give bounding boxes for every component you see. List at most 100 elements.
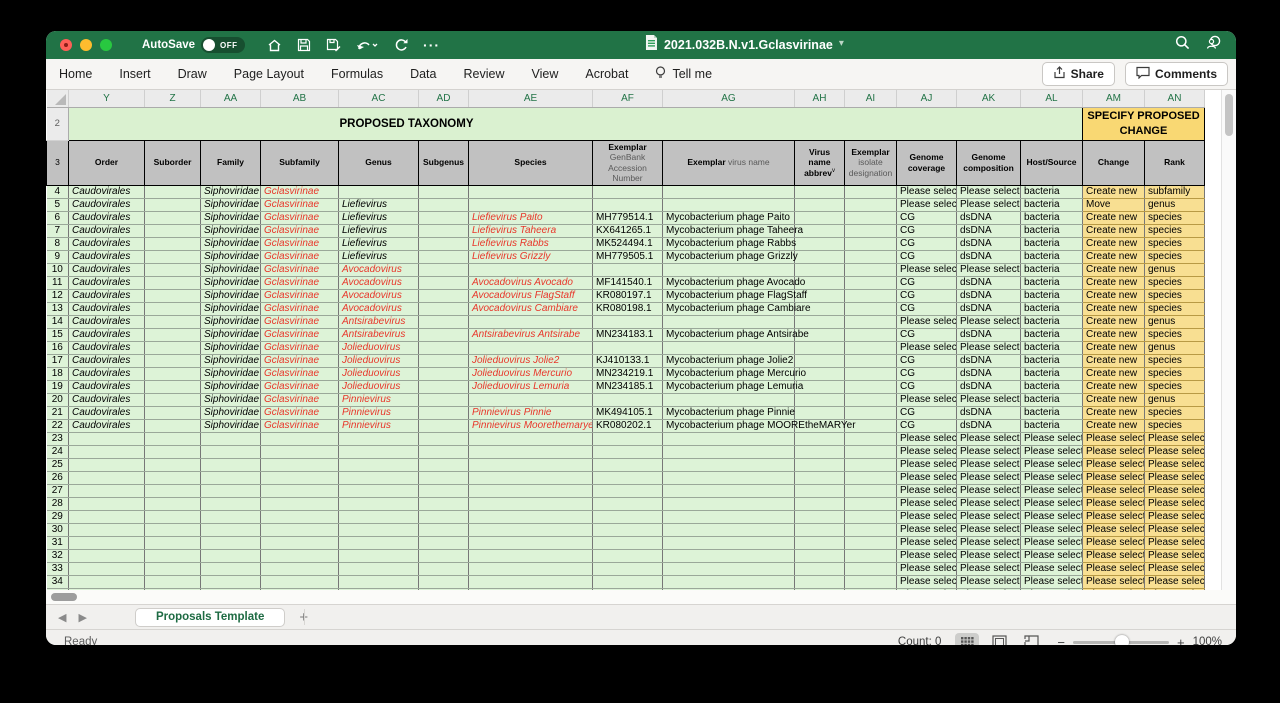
cell-host-source[interactable]: bacteria (1021, 303, 1083, 316)
cell-family[interactable] (201, 433, 261, 446)
cell-exemplar-virus-name[interactable] (663, 550, 795, 563)
cell-genome-composition[interactable]: dsDNA (957, 368, 1021, 381)
cell-change[interactable]: Create new (1083, 264, 1145, 277)
cell-virus-name-abbrev[interactable] (795, 251, 845, 264)
cell-accession[interactable] (593, 524, 663, 537)
cell-accession[interactable] (593, 576, 663, 589)
cell-virus-name-abbrev[interactable] (795, 446, 845, 459)
cell-subfamily[interactable]: Gclasvirinae (261, 329, 339, 342)
cell-species[interactable]: Jolieduovirus Lemuria (469, 381, 593, 394)
cell-subgenus[interactable] (419, 186, 469, 199)
cell-family[interactable]: Siphoviridae (201, 290, 261, 303)
cell-change[interactable]: Create new (1083, 212, 1145, 225)
cell-virus-name-abbrev[interactable] (795, 199, 845, 212)
cell-genome-coverage[interactable]: CG (897, 238, 957, 251)
cell-species[interactable] (469, 186, 593, 199)
cell-genus[interactable] (339, 472, 419, 485)
cell-exemplar-virus-name[interactable]: Mycobacterium phage Avocado (663, 277, 795, 290)
cell-virus-name-abbrev[interactable] (795, 186, 845, 199)
cell-genome-composition[interactable]: Please select (957, 550, 1021, 563)
cell-genus[interactable]: Avocadovirus (339, 290, 419, 303)
row-header[interactable]: 25 (47, 459, 69, 472)
cell-rank[interactable]: genus (1145, 199, 1205, 212)
cell-accession[interactable]: MF141540.1 (593, 277, 663, 290)
cell-rank[interactable]: species (1145, 355, 1205, 368)
cell-rank[interactable]: Please select (1145, 485, 1205, 498)
row-header[interactable]: 32 (47, 550, 69, 563)
vertical-scrollbar[interactable] (1221, 90, 1236, 590)
cell-genus[interactable] (339, 563, 419, 576)
next-sheet-icon[interactable]: ▶ (78, 611, 86, 624)
cell-genome-coverage[interactable]: Please select (897, 446, 957, 459)
cell-exemplar-virus-name[interactable]: Mycobacterium phage Mercurio (663, 368, 795, 381)
cell-exemplar-virus-name[interactable] (663, 199, 795, 212)
field-header-virus-name-abbrev[interactable]: Virus name abbrevv (795, 140, 845, 186)
minimize-button[interactable] (80, 39, 92, 51)
cell-order[interactable] (69, 433, 145, 446)
cell-species[interactable] (469, 264, 593, 277)
cell-subgenus[interactable] (419, 524, 469, 537)
undo-icon[interactable] (356, 38, 378, 52)
cell-subfamily[interactable]: Gclasvirinae (261, 186, 339, 199)
cell-subfamily[interactable] (261, 576, 339, 589)
row-header[interactable]: 4 (47, 186, 69, 199)
cell-genome-composition[interactable]: dsDNA (957, 290, 1021, 303)
cell-genome-coverage[interactable]: Please select (897, 342, 957, 355)
specify-proposed-change-banner[interactable]: SPECIFY PROPOSED CHANGE (1083, 107, 1205, 140)
column-header-an[interactable]: AN (1145, 90, 1205, 107)
cell-genome-composition[interactable]: dsDNA (957, 238, 1021, 251)
cell-exemplar-virus-name[interactable] (663, 563, 795, 576)
cell-genome-composition[interactable]: Please select (957, 433, 1021, 446)
cell-subfamily[interactable]: Gclasvirinae (261, 381, 339, 394)
cell-family[interactable]: Siphoviridae (201, 368, 261, 381)
cell-order[interactable] (69, 537, 145, 550)
cell-order[interactable] (69, 446, 145, 459)
cell-accession[interactable]: KR080202.1 (593, 420, 663, 433)
cell-subfamily[interactable] (261, 563, 339, 576)
row-header[interactable]: 15 (47, 329, 69, 342)
cell-change[interactable]: Create new (1083, 316, 1145, 329)
cell-genus[interactable] (339, 498, 419, 511)
cell-species[interactable]: Avocadovirus Avocado (469, 277, 593, 290)
cell-isolate-designation[interactable] (845, 576, 897, 589)
cell-accession[interactable]: MK524494.1 (593, 238, 663, 251)
cell-order[interactable]: Caudovirales (69, 394, 145, 407)
cell-change[interactable]: Create new (1083, 303, 1145, 316)
cell-exemplar-virus-name[interactable] (663, 459, 795, 472)
cell-accession[interactable] (593, 498, 663, 511)
cell-virus-name-abbrev[interactable] (795, 212, 845, 225)
cell-genus[interactable] (339, 186, 419, 199)
cell-isolate-designation[interactable] (845, 550, 897, 563)
cell-accession[interactable]: KR080198.1 (593, 303, 663, 316)
zoom-in-icon[interactable]: + (1177, 635, 1185, 646)
cell-subfamily[interactable]: Gclasvirinae (261, 342, 339, 355)
cell-host-source[interactable]: bacteria (1021, 264, 1083, 277)
ribbon-tab-view[interactable]: View (531, 67, 558, 81)
cell-subfamily[interactable]: Gclasvirinae (261, 264, 339, 277)
cell-exemplar-virus-name[interactable]: Mycobacterium phage Cambiare (663, 303, 795, 316)
cell-host-source[interactable]: Please select (1021, 433, 1083, 446)
column-header-am[interactable]: AM (1083, 90, 1145, 107)
row-header[interactable]: 6 (47, 212, 69, 225)
column-header-ai[interactable]: AI (845, 90, 897, 107)
cell-virus-name-abbrev[interactable] (795, 472, 845, 485)
cell-subfamily[interactable]: Gclasvirinae (261, 303, 339, 316)
cell-virus-name-abbrev[interactable] (795, 342, 845, 355)
cell-change[interactable]: Move (1083, 199, 1145, 212)
cell-genome-composition[interactable]: Please select (957, 316, 1021, 329)
cell-subgenus[interactable] (419, 537, 469, 550)
cell-change[interactable]: Create new (1083, 277, 1145, 290)
cell-family[interactable] (201, 485, 261, 498)
cell-suborder[interactable] (145, 303, 201, 316)
cell-genus[interactable]: Avocadovirus (339, 303, 419, 316)
cell-genome-composition[interactable]: dsDNA (957, 381, 1021, 394)
horizontal-scrollbar-thumb[interactable] (51, 593, 77, 601)
cell-isolate-designation[interactable] (845, 537, 897, 550)
proposed-taxonomy-banner[interactable]: PROPOSED TAXONOMY (69, 107, 1083, 140)
cell-host-source[interactable]: bacteria (1021, 420, 1083, 433)
cell-subfamily[interactable]: Gclasvirinae (261, 290, 339, 303)
cell-virus-name-abbrev[interactable] (795, 394, 845, 407)
cell-subgenus[interactable] (419, 498, 469, 511)
cell-subfamily[interactable]: Gclasvirinae (261, 368, 339, 381)
cell-suborder[interactable] (145, 225, 201, 238)
